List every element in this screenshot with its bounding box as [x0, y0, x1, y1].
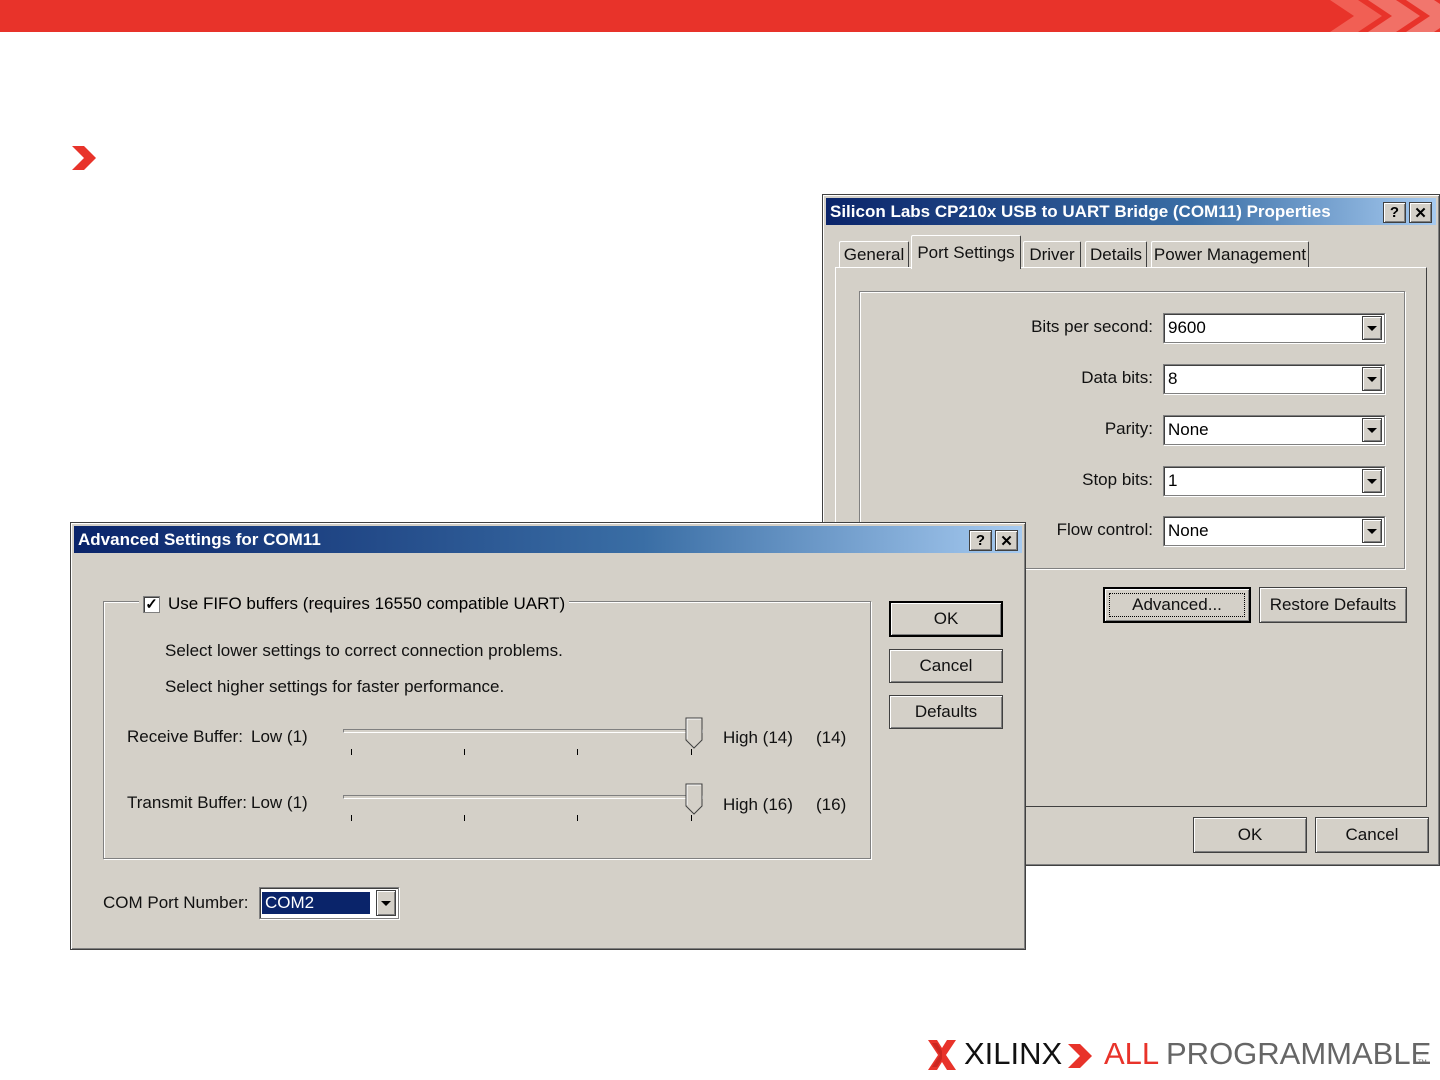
data-bits-value: 8 — [1168, 369, 1178, 388]
tab-label: Power Management — [1153, 244, 1307, 264]
close-button[interactable]: ✕ — [1409, 202, 1432, 223]
properties-title: Silicon Labs CP210x USB to UART Bridge (… — [830, 201, 1331, 221]
bits-per-second-select[interactable]: 9600 — [1163, 313, 1385, 343]
transmit-buffer-value: (16) — [816, 795, 847, 814]
xilinx-mark-icon — [928, 1040, 956, 1070]
tab-label: Details — [1090, 244, 1142, 264]
fifo-legend: ✓ Use FIFO buffers (requires 16550 compa… — [139, 591, 570, 617]
receive-buffer-slider[interactable] — [343, 717, 703, 761]
transmit-buffer-slider[interactable] — [343, 783, 703, 827]
help-icon: ? — [1389, 204, 1400, 221]
tab-details[interactable]: Details — [1085, 241, 1147, 267]
tagline-rest: PROGRAMMABLE — [1166, 1036, 1432, 1071]
chevron-right-icon — [1068, 1044, 1092, 1068]
trademark: TM — [1418, 1060, 1427, 1066]
transmit-buffer-high: High (16) — [723, 795, 793, 814]
receive-buffer-label: Receive Buffer: — [127, 727, 243, 746]
banner-chevron-icon — [1330, 0, 1440, 32]
cancel-label: Cancel — [1345, 825, 1399, 844]
slider-track — [343, 729, 703, 733]
fifo-checkbox[interactable]: ✓ — [143, 595, 160, 613]
chevron-down-icon[interactable] — [1362, 519, 1382, 543]
receive-buffer-low: Low (1) — [251, 727, 308, 746]
close-icon: ✕ — [1414, 204, 1427, 222]
bits-per-second-value: 9600 — [1168, 318, 1206, 337]
stop-bits-select[interactable]: 1 — [1163, 466, 1385, 496]
top-banner — [0, 0, 1440, 32]
tab-label: General — [843, 244, 905, 264]
cancel-button[interactable]: Cancel — [1315, 817, 1429, 853]
ok-button[interactable]: OK — [889, 601, 1003, 637]
defaults-button[interactable]: Defaults — [889, 695, 1003, 729]
slider-tick — [464, 815, 465, 821]
flow-control-value: None — [1168, 521, 1209, 540]
ok-label: OK — [933, 609, 959, 628]
advanced-title: Advanced Settings for COM11 — [78, 529, 321, 549]
chevron-down-icon[interactable] — [376, 890, 396, 916]
tab-driver[interactable]: Driver — [1023, 241, 1081, 267]
slider-tick — [351, 749, 352, 755]
data-bits-select[interactable]: 8 — [1163, 364, 1385, 394]
help-button[interactable]: ? — [969, 530, 992, 551]
advanced-settings-dialog: Advanced Settings for COM11 ? ✕ ✓ Use FI… — [70, 522, 1026, 950]
com-port-value: COM2 — [262, 892, 370, 914]
tab-label: Driver — [1029, 244, 1075, 264]
fifo-label: Use FIFO buffers (requires 16550 compati… — [168, 594, 566, 613]
close-icon: ✕ — [1000, 532, 1013, 550]
parity-value: None — [1168, 420, 1209, 439]
transmit-buffer-low: Low (1) — [251, 793, 308, 812]
ok-label: OK — [1237, 825, 1263, 844]
xilinx-logo: XILINX ALL PROGRAMMABLE TM — [928, 1036, 1432, 1076]
cancel-button[interactable]: Cancel — [889, 649, 1003, 683]
slider-tick — [464, 749, 465, 755]
properties-title-bar: Silicon Labs CP210x USB to UART Bridge (… — [826, 198, 1436, 225]
com-port-select[interactable]: COM2 — [259, 887, 399, 919]
bullet-chevron-icon — [72, 146, 96, 170]
advanced-button-label: Advanced... — [1132, 595, 1222, 614]
parity-label: Parity: — [1104, 419, 1153, 438]
slider-tick — [351, 815, 352, 821]
slider-thumb[interactable] — [685, 783, 703, 815]
receive-buffer-value: (14) — [816, 728, 847, 747]
advanced-title-bar: Advanced Settings for COM11 ? ✕ — [74, 526, 1022, 553]
parity-select[interactable]: None — [1163, 415, 1385, 445]
slider-tick — [691, 749, 692, 755]
chevron-down-icon[interactable] — [1362, 469, 1382, 493]
slider-tick — [577, 815, 578, 821]
cancel-label: Cancel — [919, 656, 973, 675]
slider-tick — [577, 749, 578, 755]
defaults-label: Defaults — [914, 702, 978, 721]
chevron-down-icon[interactable] — [1362, 316, 1382, 340]
com-port-label: COM Port Number: — [103, 893, 249, 912]
chevron-down-icon[interactable] — [1362, 418, 1382, 442]
tab-general[interactable]: General — [839, 241, 909, 267]
hint-higher: Select higher settings for faster perfor… — [165, 677, 505, 696]
slider-track — [343, 795, 703, 799]
restore-defaults-label: Restore Defaults — [1269, 595, 1397, 614]
bits-per-second-label: Bits per second: — [1031, 317, 1153, 336]
chevron-down-icon[interactable] — [1362, 367, 1382, 391]
restore-defaults-button[interactable]: Restore Defaults — [1259, 587, 1407, 623]
slider-tick — [691, 815, 692, 821]
flow-control-select[interactable]: None — [1163, 516, 1385, 546]
transmit-buffer-label: Transmit Buffer: — [127, 793, 247, 812]
tab-port-settings[interactable]: Port Settings — [911, 235, 1021, 269]
data-bits-label: Data bits: — [1081, 368, 1153, 387]
slider-thumb[interactable] — [685, 717, 703, 749]
hint-lower: Select lower settings to correct connect… — [165, 641, 563, 660]
close-button[interactable]: ✕ — [995, 530, 1018, 551]
receive-buffer-high: High (14) — [723, 728, 793, 747]
advanced-button[interactable]: Advanced... — [1103, 587, 1251, 623]
logo-name: XILINX — [964, 1036, 1063, 1071]
tab-label: Port Settings — [917, 242, 1015, 262]
stop-bits-value: 1 — [1168, 471, 1178, 490]
stop-bits-label: Stop bits: — [1082, 470, 1153, 489]
tagline-prefix: ALL — [1104, 1036, 1160, 1071]
help-icon: ? — [975, 532, 986, 549]
tab-power-management[interactable]: Power Management — [1151, 241, 1309, 267]
help-button[interactable]: ? — [1383, 202, 1406, 223]
checkmark-icon: ✓ — [145, 596, 158, 613]
ok-button[interactable]: OK — [1193, 817, 1307, 853]
